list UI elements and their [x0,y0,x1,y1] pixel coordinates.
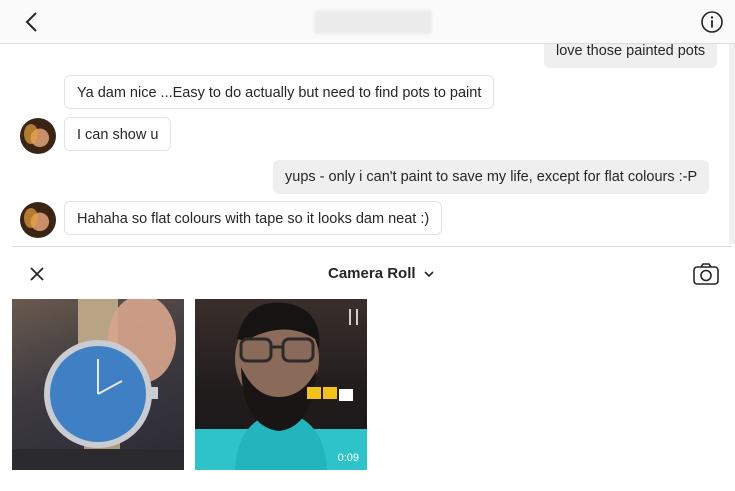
info-button[interactable] [700,10,724,34]
chevron-down-icon [424,271,434,278]
message-bubble: Ya dam nice ...Easy to do actually but n… [64,75,495,109]
media-thumbnail[interactable] [12,299,184,470]
message-text: I can show u [77,127,159,143]
video-duration: 0:09 [337,452,359,464]
close-icon [30,267,44,281]
close-button[interactable] [26,263,48,285]
camera-icon [693,263,719,285]
camera-roll-dropdown[interactable]: Camera Roll [328,263,435,285]
top-bar [0,0,735,44]
message-bubble: Hahaha so flat colours with tape so it l… [64,201,443,235]
message-bubble: I can show u [64,117,172,151]
back-button[interactable] [20,10,44,34]
watch-photo [12,299,184,470]
info-icon [701,11,723,33]
camera-roll-panel: Camera Roll 0:09 [12,246,732,491]
camera-roll-title: Camera Roll [328,265,416,282]
message-bubble: yups - only i can't paint to save my lif… [273,160,710,194]
message-bubble: love those painted pots [544,44,718,68]
message-text: yups - only i can't paint to save my lif… [285,169,698,185]
message-text: Ya dam nice ...Easy to do actually but n… [77,85,482,101]
message-text: love those painted pots [556,44,706,59]
avatar[interactable] [20,118,56,154]
chevron-left-icon [25,12,37,32]
camera-button[interactable] [692,261,720,287]
avatar[interactable] [20,202,56,238]
conversation-title [314,10,432,34]
media-thumbnail[interactable]: 0:09 [195,299,367,470]
message-text: Hahaha so flat colours with tape so it l… [77,211,430,227]
thread-scrollbar[interactable] [729,44,735,244]
video-frame [195,302,367,470]
message-thread: love those painted pots Ya dam nice ...E… [0,44,735,246]
